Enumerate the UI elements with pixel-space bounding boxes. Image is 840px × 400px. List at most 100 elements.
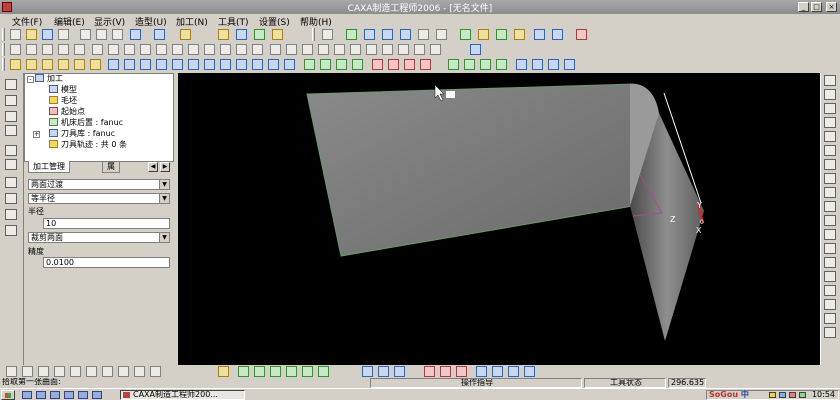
- cloud-icon[interactable]: [5, 225, 17, 236]
- solid-1-icon[interactable]: [304, 59, 315, 70]
- quicklaunch-app-icon[interactable]: [92, 391, 102, 399]
- tray-app-icon[interactable]: [799, 392, 806, 398]
- ellipse-icon[interactable]: [236, 44, 247, 55]
- zoom-window-icon[interactable]: [364, 29, 375, 40]
- tray-volume-icon[interactable]: [789, 392, 796, 398]
- toolbar-grip[interactable]: [2, 28, 5, 41]
- tab-machining-manager[interactable]: 加工管理: [28, 161, 70, 173]
- surface-17-icon[interactable]: [268, 59, 279, 70]
- grid-icon[interactable]: [74, 44, 85, 55]
- offset-icon[interactable]: [302, 44, 313, 55]
- maximize-button[interactable]: □: [811, 2, 822, 12]
- surface-2-icon[interactable]: [26, 59, 37, 70]
- chamfer-icon[interactable]: [366, 44, 377, 55]
- curve-18-icon[interactable]: [824, 313, 836, 324]
- paste-icon[interactable]: [112, 29, 123, 40]
- bottom-tool-14-icon[interactable]: [270, 366, 281, 377]
- pick-icon[interactable]: [180, 29, 191, 40]
- surface-10-icon[interactable]: [156, 59, 167, 70]
- show-icon[interactable]: [26, 44, 37, 55]
- curve-11-icon[interactable]: [824, 215, 836, 226]
- bottom-tool-10-icon[interactable]: [150, 366, 161, 377]
- bottom-tool-23-icon[interactable]: [456, 366, 467, 377]
- tree-item-blank[interactable]: 毛坯: [49, 96, 77, 106]
- break-icon[interactable]: [382, 44, 393, 55]
- surface-4-icon[interactable]: [58, 59, 69, 70]
- feature-6-icon[interactable]: [464, 59, 475, 70]
- feature-12-icon[interactable]: [564, 59, 575, 70]
- tray-network-icon[interactable]: [779, 392, 786, 398]
- clock[interactable]: 10:54: [812, 391, 835, 399]
- surface-6-icon[interactable]: [90, 59, 101, 70]
- layer-icon[interactable]: [236, 29, 247, 40]
- bottom-tool-18-icon[interactable]: [362, 366, 373, 377]
- array-icon[interactable]: [430, 44, 441, 55]
- transform-icon[interactable]: [470, 44, 481, 55]
- bottom-tool-5-icon[interactable]: [70, 366, 81, 377]
- hatch-icon[interactable]: [270, 44, 281, 55]
- extrude-icon[interactable]: [5, 145, 17, 156]
- mirror-icon[interactable]: [414, 44, 425, 55]
- tab-next-button[interactable]: ▶: [160, 162, 170, 172]
- copy-icon[interactable]: [96, 29, 107, 40]
- fillet-icon[interactable]: [350, 44, 361, 55]
- rotate-view-icon[interactable]: [418, 29, 429, 40]
- start-button[interactable]: [1, 390, 15, 400]
- curve-6-icon[interactable]: [824, 145, 836, 156]
- hidden-line-icon[interactable]: [496, 29, 507, 40]
- curve-14-icon[interactable]: [824, 257, 836, 268]
- text-icon[interactable]: [252, 44, 263, 55]
- surface-1-icon[interactable]: [10, 59, 21, 70]
- curve-9-icon[interactable]: [824, 187, 836, 198]
- pointer-icon[interactable]: [5, 79, 17, 90]
- bottom-tool-11-icon[interactable]: [218, 366, 229, 377]
- bottom-tool-22-icon[interactable]: [440, 366, 451, 377]
- save-icon[interactable]: [42, 29, 53, 40]
- feature-4-icon[interactable]: [420, 59, 431, 70]
- select-all-icon[interactable]: [58, 44, 69, 55]
- radius-mode-select[interactable]: 等半径 ▼: [28, 193, 170, 204]
- radius-input[interactable]: 10: [43, 218, 170, 229]
- wireframe-icon[interactable]: [460, 29, 471, 40]
- trim-mode-select[interactable]: 裁剪两面 ▼: [28, 232, 170, 243]
- quicklaunch-mail-icon[interactable]: [78, 391, 88, 399]
- curve-17-icon[interactable]: [824, 299, 836, 310]
- feature-2-icon[interactable]: [388, 59, 399, 70]
- zoom-out-icon[interactable]: [400, 29, 411, 40]
- bottom-tool-16-icon[interactable]: [302, 366, 313, 377]
- bottom-tool-15-icon[interactable]: [286, 366, 297, 377]
- surface-7-icon[interactable]: [108, 59, 119, 70]
- curve-13-icon[interactable]: [824, 243, 836, 254]
- curve-2-icon[interactable]: [824, 89, 836, 100]
- plane-icon[interactable]: [5, 111, 17, 122]
- solid-2-icon[interactable]: [320, 59, 331, 70]
- refresh-icon[interactable]: [346, 29, 357, 40]
- extend-icon[interactable]: [334, 44, 345, 55]
- circle-icon[interactable]: [172, 44, 183, 55]
- curve-8-icon[interactable]: [824, 173, 836, 184]
- curve-16-icon[interactable]: [824, 285, 836, 296]
- trim-icon[interactable]: [318, 44, 329, 55]
- toolbar-grip[interactable]: [2, 43, 5, 56]
- cut-icon[interactable]: [80, 29, 91, 40]
- color-icon[interactable]: [272, 29, 283, 40]
- point-icon[interactable]: [124, 44, 135, 55]
- quicklaunch-media-icon[interactable]: [64, 391, 74, 399]
- filter-icon[interactable]: [254, 29, 265, 40]
- bottom-tool-12-icon[interactable]: [238, 366, 249, 377]
- surface-1[interactable]: [306, 83, 634, 257]
- sketch-icon[interactable]: [5, 95, 17, 106]
- tree-item-toolpaths[interactable]: 刀具轨迹 : 共 0 条: [49, 140, 127, 150]
- bottom-tool-9-icon[interactable]: [134, 366, 145, 377]
- surface-3-icon[interactable]: [42, 59, 53, 70]
- undo-icon[interactable]: [130, 29, 141, 40]
- quicklaunch-ie-icon[interactable]: [50, 391, 60, 399]
- surface-9-icon[interactable]: [140, 59, 151, 70]
- new-file-icon[interactable]: [10, 29, 21, 40]
- quicklaunch-desktop-icon[interactable]: [22, 391, 32, 399]
- taskbar-item-caxa[interactable]: CAXA制造工程师200...: [120, 390, 245, 400]
- feature-7-icon[interactable]: [480, 59, 491, 70]
- bottom-tool-19-icon[interactable]: [378, 366, 389, 377]
- polygon-icon[interactable]: [204, 44, 215, 55]
- quicklaunch-browser-icon[interactable]: [36, 391, 46, 399]
